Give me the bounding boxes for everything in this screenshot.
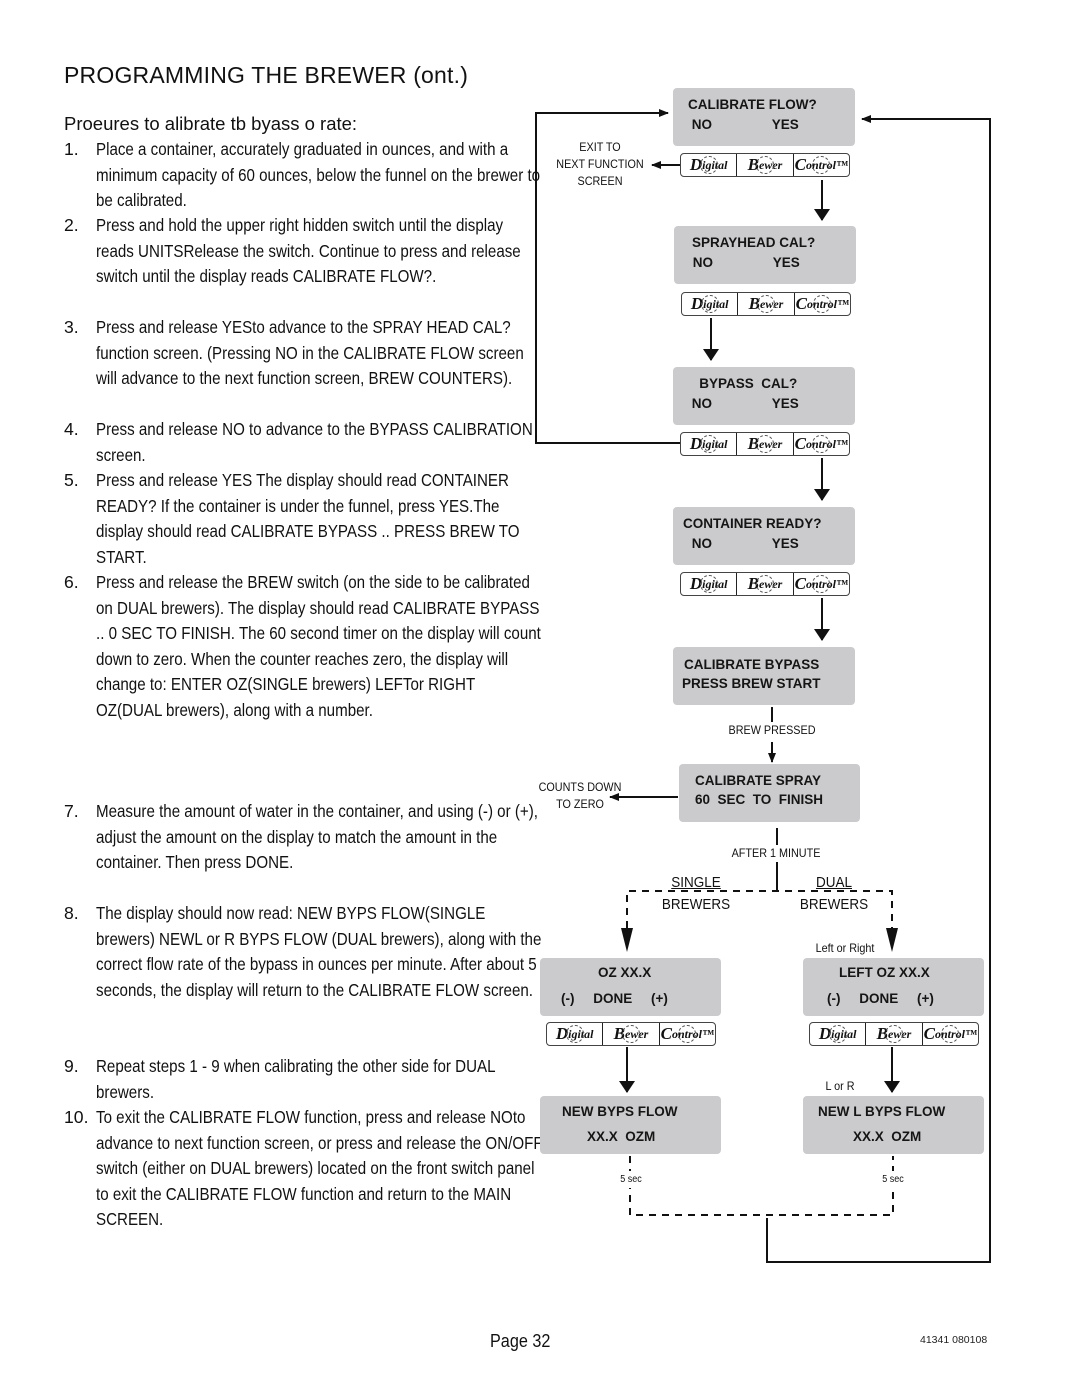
exit-label: EXIT TO NEXT FUNCTION SCREEN (553, 139, 647, 190)
switch-ring-icon (621, 1025, 640, 1043)
left-switch[interactable]: Digital (810, 1023, 867, 1045)
display-line: CALIBRATE SPRAY (695, 773, 822, 788)
display-line: CALIBRATE FLOW? (688, 97, 817, 112)
switch-ring-icon (755, 575, 774, 593)
single-brewers-label: BREWERS (661, 896, 731, 913)
label-line: COUNTS DOWN (538, 780, 622, 794)
display-line: NEW BYPS FLOW (562, 1104, 678, 1119)
right-switch[interactable]: Control™ (795, 293, 850, 315)
right-switch[interactable]: Control™ (794, 573, 849, 595)
page-number: Page 32 (490, 1331, 551, 1351)
display-line: LEFT OZ XX.X (839, 965, 930, 980)
display-oz-single: OZ XX.X (-) DONE (+) (540, 958, 721, 1016)
five-sec-dual-label: 5 sec (870, 1171, 916, 1188)
display-line: NO YES (688, 117, 799, 132)
display-calibrate-bypass: CALIBRATE BYPASS PRESS BREW START (673, 647, 855, 705)
display-oz-dual: LEFT OZ XX.X (-) DONE (+) (803, 958, 984, 1016)
middle-switch[interactable]: Bewer (737, 154, 794, 176)
display-line: NEW L BYPS FLOW (818, 1104, 946, 1119)
switch-ring-icon (755, 435, 774, 453)
right-switch[interactable]: Control™ (794, 154, 849, 176)
left-switch[interactable]: Digital (682, 293, 739, 315)
middle-switch[interactable]: Bewer (603, 1023, 660, 1045)
middle-switch[interactable]: Bewer (737, 433, 794, 455)
switch-ring-icon (828, 1025, 847, 1043)
dual-label: DUAL (815, 874, 852, 891)
logo-letter: C (794, 434, 806, 453)
switch-ring-icon (699, 435, 718, 453)
switch-ring-icon (700, 295, 719, 313)
arrowhead-single (621, 928, 633, 952)
middle-switch[interactable]: Bewer (738, 293, 795, 315)
display-new-flow-single: NEW BYPS FLOW XX.X OZM (540, 1096, 721, 1154)
display-bypass-cal: BYPASS CAL? NO YES (673, 367, 855, 425)
display-line: SPRAYHEAD CAL? (692, 235, 816, 250)
logo-letter: C (794, 574, 806, 593)
display-line: NO YES (688, 536, 799, 551)
display-calibrate-flow: CALIBRATE FLOW? NO YES (673, 88, 855, 146)
left-switch[interactable]: Digital (547, 1023, 604, 1045)
switch-ring-icon (699, 156, 718, 174)
right-switch[interactable]: Control™ (794, 433, 849, 455)
control-switch-bar: Digital Bewer Control™ (681, 292, 851, 316)
display-line: NO YES (689, 255, 800, 270)
display-line: CONTAINER READY? (683, 516, 822, 531)
display-line: BYPASS CAL? (688, 376, 798, 391)
label-line: SCREEN (577, 174, 623, 188)
display-line: CALIBRATE BYPASS (684, 657, 820, 672)
switch-ring-icon (699, 575, 718, 593)
single-label: SINGLE (671, 874, 721, 891)
display-line: OZ XX.X (598, 965, 652, 980)
label-line: EXIT TO (579, 140, 621, 154)
left-switch[interactable]: Digital (681, 433, 738, 455)
counts-down-label: COUNTS DOWN TO ZERO (535, 779, 625, 813)
label-line: NEXT FUNCTION (556, 157, 644, 171)
control-switch-bar: Digital Bewer Control™ (809, 1022, 979, 1046)
middle-switch[interactable]: Bewer (866, 1023, 923, 1045)
left-or-right-label: Left or Right (815, 941, 875, 955)
logo-letter: C (923, 1024, 935, 1043)
five-sec-single-label: 5 sec (608, 1171, 654, 1188)
switch-ring-icon (884, 1025, 903, 1043)
left-switch[interactable]: Digital (681, 573, 738, 595)
right-switch[interactable]: Control™ (923, 1023, 978, 1045)
return-dashed-line (629, 1156, 894, 1216)
display-new-flow-dual: NEW L BYPS FLOW XX.X OZM (803, 1096, 984, 1154)
control-switch-bar: Digital Bewer Control™ (680, 153, 850, 177)
display-line: (-) DONE (+) (561, 991, 668, 1006)
display-line: NO YES (688, 396, 799, 411)
flow-diagram-lines (535, 109, 991, 1263)
arrowhead-dual (886, 928, 898, 952)
brew-pressed-label: BREW PRESSED (728, 723, 816, 737)
control-switch-bar: Digital Bewer Control™ (680, 432, 850, 456)
left-switch[interactable]: Digital (681, 154, 738, 176)
switch-ring-icon (756, 295, 775, 313)
label-line: TO ZERO (556, 797, 604, 811)
display-sprayhead-cal: SPRAYHEAD CAL? NO YES (674, 226, 856, 284)
display-calibrate-spray: CALIBRATE SPRAY 60 SEC TO FINISH (679, 764, 860, 822)
control-switch-bar: Digital Bewer Control™ (546, 1022, 716, 1046)
switch-ring-icon (565, 1025, 584, 1043)
logo-letter: C (660, 1024, 672, 1043)
l-or-r-label: L or R (825, 1079, 855, 1093)
after-minute-label: AFTER 1 MINUTE (731, 846, 821, 860)
display-line: XX.X OZM (587, 1129, 656, 1144)
logo-letter: C (795, 294, 807, 313)
display-line: (-) DONE (+) (827, 991, 934, 1006)
middle-switch[interactable]: Bewer (737, 573, 794, 595)
control-switch-bar: Digital Bewer Control™ (680, 572, 850, 596)
right-switch[interactable]: Control™ (660, 1023, 715, 1045)
display-line: PRESS BREW START (682, 676, 821, 691)
document-code: 41341 080108 (920, 1334, 988, 1346)
display-line: XX.X OZM (853, 1129, 922, 1144)
display-container-ready: CONTAINER READY? NO YES (673, 507, 855, 565)
switch-ring-icon (755, 156, 774, 174)
logo-letter: C (794, 155, 806, 174)
display-line: 60 SEC TO FINISH (695, 792, 824, 807)
dual-brewers-label: BREWERS (799, 896, 869, 913)
